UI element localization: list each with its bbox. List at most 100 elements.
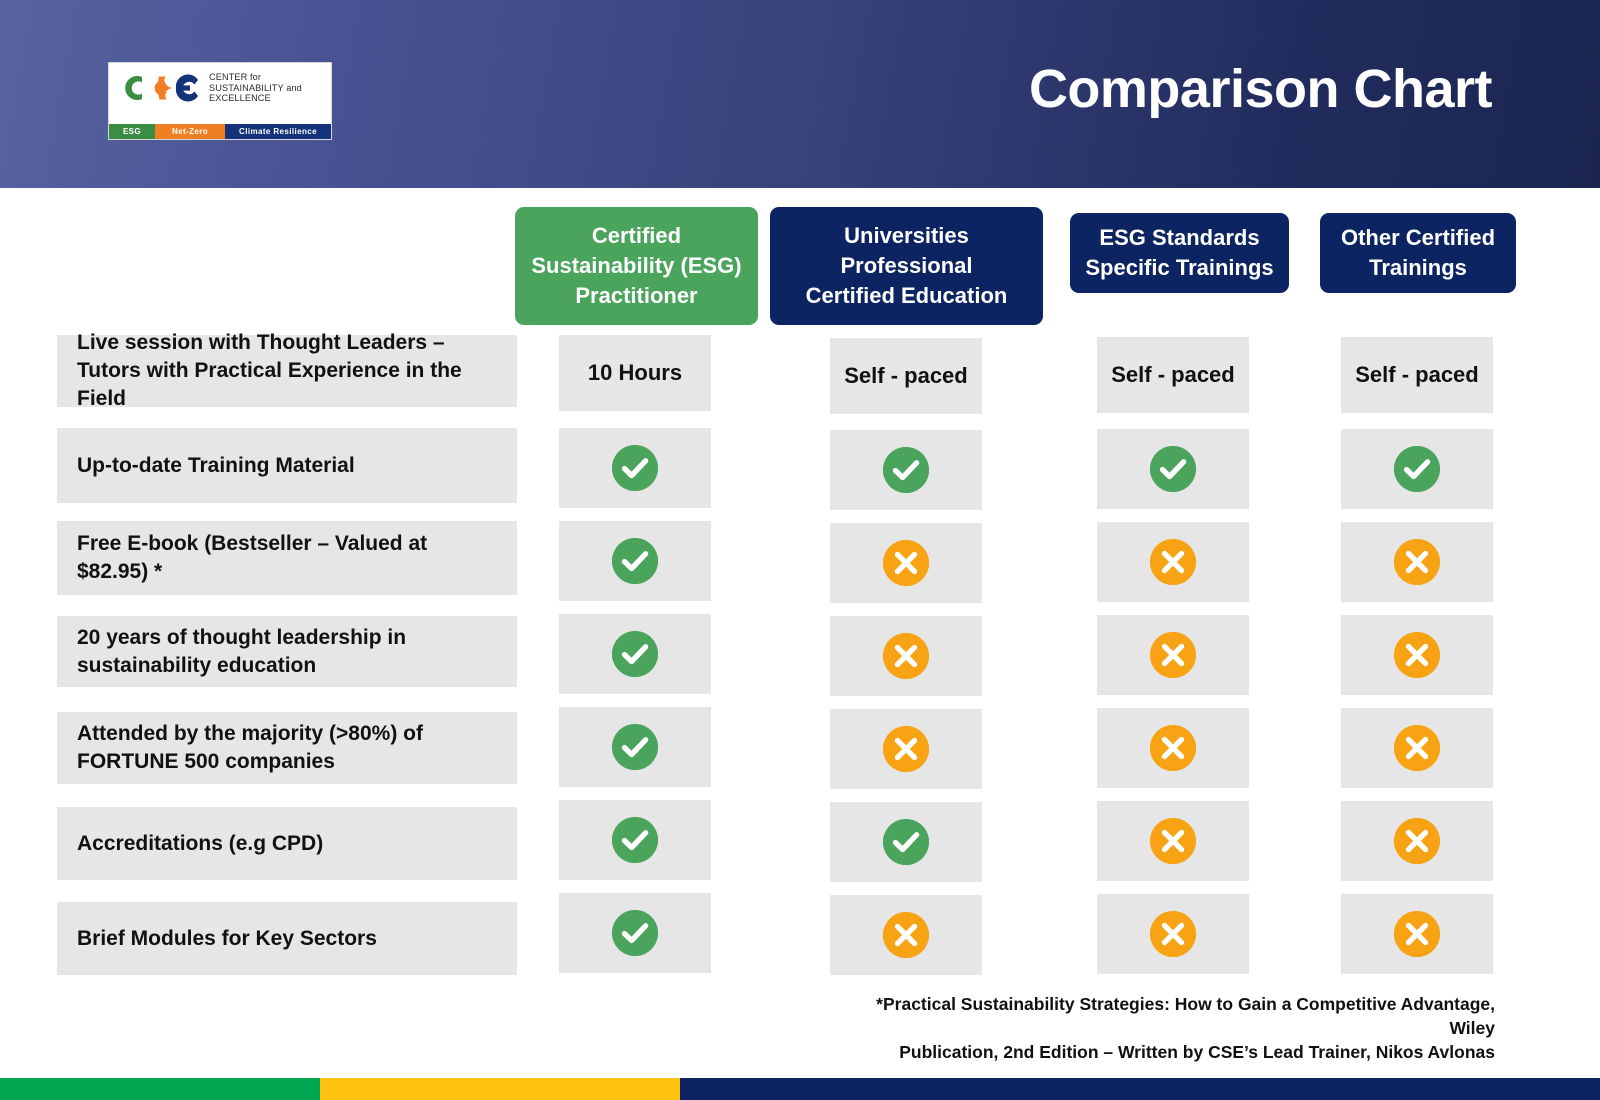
footnote-line-2: Publication, 2nd Edition – Written by CS…	[899, 1042, 1495, 1062]
cross-circle-icon	[883, 633, 929, 679]
logo-tag-climate-resilience: Climate Resilience	[225, 124, 331, 139]
cross-circle-icon	[1394, 539, 1440, 585]
cross-circle-icon	[1150, 725, 1196, 771]
comparison-chart-page: CENTER for SUSTAINABILITY and EXCELLENCE…	[0, 0, 1600, 1100]
cross-circle-icon	[883, 912, 929, 958]
footer-bar-yellow	[320, 1078, 680, 1100]
check-circle-icon	[883, 447, 929, 493]
column-header-label: Certified Sustainability (ESG) Practitio…	[531, 223, 742, 308]
cell-r6-c3	[1097, 801, 1249, 881]
logo-tag-net-zero: Net-Zero	[155, 124, 225, 139]
cell-value-text: 10 Hours	[587, 360, 683, 385]
cell-r5-c3	[1097, 708, 1249, 788]
cross-circle-icon	[1150, 818, 1196, 864]
logo-main-row: CENTER for SUSTAINABILITY and EXCELLENCE	[109, 63, 331, 106]
row-label-2: Up-to-date Training Material	[57, 428, 517, 503]
cell-r3-c3	[1097, 522, 1249, 602]
cross-circle-icon	[1394, 911, 1440, 957]
cell-r4-c2	[830, 616, 982, 696]
cell-r1-c2: Self - paced	[830, 338, 982, 414]
cell-r4-c4	[1341, 615, 1493, 695]
cell-value-text: Self - paced	[844, 363, 968, 388]
column-header-4[interactable]: Other Certified Trainings	[1320, 213, 1516, 293]
cell-r3-c1	[559, 521, 711, 601]
column-header-label: Other Certified Trainings	[1340, 225, 1496, 280]
column-header-label: Universities Professional Certified Educ…	[805, 223, 1008, 308]
cross-circle-icon	[883, 726, 929, 772]
cell-value-text: Self - paced	[1111, 362, 1235, 387]
row-label-text: Brief Modules for Key Sectors	[77, 926, 377, 950]
check-circle-icon	[612, 631, 658, 677]
logo-tagline-strip: ESG Net-Zero Climate Resilience	[109, 124, 331, 139]
check-circle-icon	[612, 724, 658, 770]
cell-r1-c4: Self - paced	[1341, 337, 1493, 413]
cell-r3-c2	[830, 523, 982, 603]
row-label-1: Live session with Thought Leaders – Tuto…	[57, 331, 517, 410]
page-header: CENTER for SUSTAINABILITY and EXCELLENCE…	[0, 0, 1600, 188]
row-label-text: Free E-book (Bestseller – Valued at $82.…	[77, 532, 428, 583]
check-circle-icon	[612, 538, 658, 584]
logo-wordmark: CENTER for SUSTAINABILITY and EXCELLENCE	[209, 72, 302, 104]
cell-r6-c2	[830, 802, 982, 882]
check-circle-icon	[883, 819, 929, 865]
comparison-table: Certified Sustainability (ESG) Practitio…	[0, 188, 1600, 1060]
cse-logo: CENTER for SUSTAINABILITY and EXCELLENCE…	[108, 62, 332, 140]
row-label-text: 20 years of thought leadership in sustai…	[77, 625, 407, 677]
footer-bar-green	[0, 1078, 320, 1100]
page-title: Comparison Chart	[1028, 59, 1493, 119]
cell-r6-c1	[559, 800, 711, 880]
cell-r1-c3: Self - paced	[1097, 337, 1249, 413]
cell-r2-c1	[559, 428, 711, 508]
check-circle-icon	[612, 910, 658, 956]
footer-bar-navy	[680, 1078, 1600, 1100]
row-label-6: Accreditations (e.g CPD)	[57, 807, 517, 880]
column-header-2[interactable]: Universities Professional Certified Educ…	[770, 207, 1043, 325]
row-label-text: Attended by the majority (>80%) of FORTU…	[77, 722, 423, 773]
logo-word-line2: SUSTAINABILITY and	[209, 82, 302, 93]
cell-r4-c3	[1097, 615, 1249, 695]
check-circle-icon	[1394, 446, 1440, 492]
cse-logo-mark-icon	[118, 70, 202, 106]
check-circle-icon	[1150, 446, 1196, 492]
cell-r7-c2	[830, 895, 982, 975]
row-label-5: Attended by the majority (>80%) of FORTU…	[57, 712, 517, 784]
logo-tag-esg: ESG	[109, 124, 155, 139]
check-circle-icon	[612, 445, 658, 491]
footer-color-bar	[0, 1078, 1600, 1100]
row-label-3: Free E-book (Bestseller – Valued at $82.…	[57, 521, 517, 595]
column-header-3[interactable]: ESG Standards Specific Trainings	[1070, 213, 1289, 293]
row-label-text: Live session with Thought Leaders – Tuto…	[77, 331, 462, 410]
cell-r4-c1	[559, 614, 711, 694]
cell-r3-c4	[1341, 522, 1493, 602]
cross-circle-icon	[1150, 632, 1196, 678]
cell-r7-c4	[1341, 894, 1493, 974]
column-header-label: ESG Standards Specific Trainings	[1085, 225, 1274, 280]
cell-r5-c2	[830, 709, 982, 789]
row-label-7: Brief Modules for Key Sectors	[57, 902, 517, 975]
cross-circle-icon	[1394, 818, 1440, 864]
cross-circle-icon	[1150, 539, 1196, 585]
cell-r5-c1	[559, 707, 711, 787]
row-label-4: 20 years of thought leadership in sustai…	[57, 616, 517, 687]
cross-circle-icon	[1394, 632, 1440, 678]
cell-r6-c4	[1341, 801, 1493, 881]
cell-r2-c3	[1097, 429, 1249, 509]
check-circle-icon	[612, 817, 658, 863]
cell-value-text: Self - paced	[1355, 362, 1479, 387]
cell-r2-c2	[830, 430, 982, 510]
column-header-1[interactable]: Certified Sustainability (ESG) Practitio…	[515, 207, 758, 325]
footnote: *Practical Sustainability Strategies: Ho…	[835, 992, 1495, 1064]
footnote-line-1: *Practical Sustainability Strategies: Ho…	[876, 994, 1495, 1038]
cell-r2-c4	[1341, 429, 1493, 509]
cell-r5-c4	[1341, 708, 1493, 788]
logo-word-line3: EXCELLENCE	[209, 93, 271, 104]
cross-circle-icon	[883, 540, 929, 586]
cell-r7-c1	[559, 893, 711, 973]
logo-word-line1: CENTER for	[209, 72, 262, 83]
cross-circle-icon	[1394, 725, 1440, 771]
cell-r1-c1: 10 Hours	[559, 335, 711, 411]
cross-circle-icon	[1150, 911, 1196, 957]
cell-r7-c3	[1097, 894, 1249, 974]
row-label-text: Accreditations (e.g CPD)	[77, 831, 324, 855]
row-label-text: Up-to-date Training Material	[77, 453, 355, 477]
